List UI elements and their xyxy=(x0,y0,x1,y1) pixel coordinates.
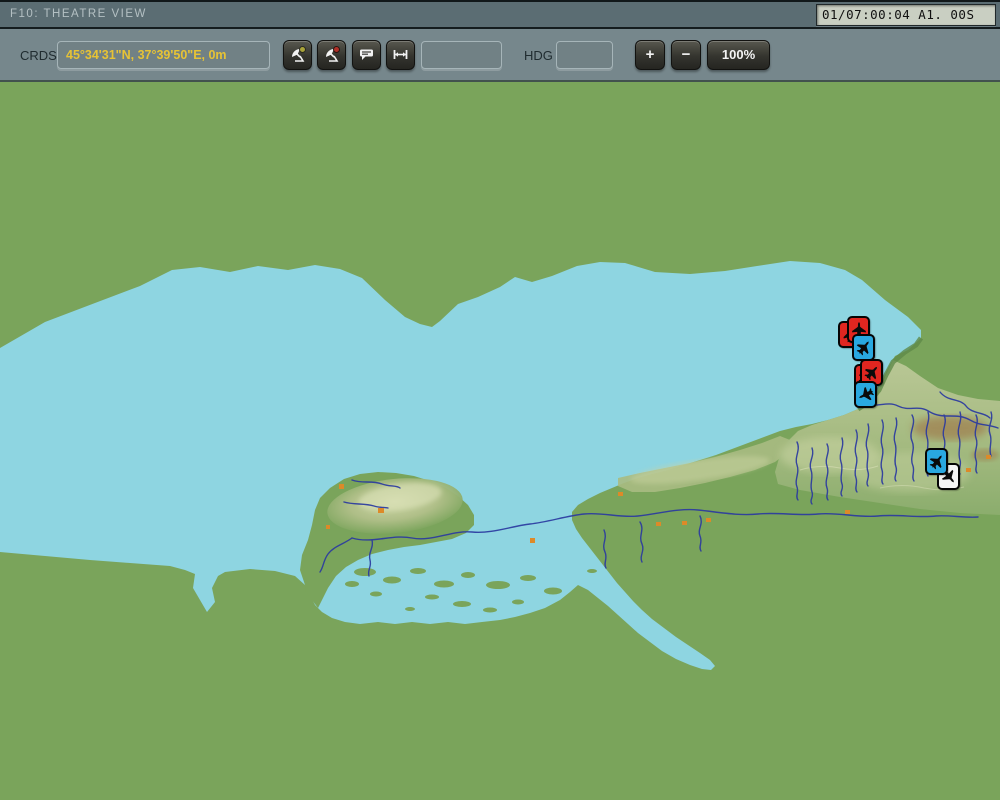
coordinates-field[interactable]: 45°34'31"N, 37°39'50"E, 0m xyxy=(57,41,270,69)
blue-fighter-3-icon[interactable] xyxy=(925,448,948,475)
theatre-map[interactable] xyxy=(0,82,1000,800)
message-labels-button[interactable] xyxy=(352,40,381,70)
fighter-silhouette-icon xyxy=(929,455,942,470)
ruler-distance-icon xyxy=(393,50,408,59)
fighter-silhouette-icon xyxy=(864,366,877,381)
mission-clock: 01/07:00:04 A1. 00S xyxy=(816,4,996,26)
units-layer xyxy=(0,82,1000,800)
blue-fighter-2-icon[interactable] xyxy=(854,381,877,408)
zoom-level-button[interactable]: 100% xyxy=(707,40,770,70)
radar-coverage-red-button[interactable] xyxy=(317,40,346,70)
hdg-label: HDG xyxy=(524,48,553,63)
measure-distance-button[interactable] xyxy=(386,40,415,70)
satellite-dish-red-icon xyxy=(326,46,340,62)
fighter-silhouette-icon xyxy=(858,387,874,401)
f10-theatre-view-window: F10: THEATRE VIEW 01/07:00:04 A1. 00S CR… xyxy=(0,0,1000,800)
blue-fighter-1-icon[interactable] xyxy=(852,334,875,361)
secondary-field[interactable] xyxy=(421,41,502,69)
title-bar: F10: THEATRE VIEW 01/07:00:04 A1. 00S xyxy=(0,0,1000,29)
radar-coverage-yellow-button[interactable] xyxy=(283,40,312,70)
map-toolbar: CRDS 45°34'31"N, 37°39'50"E, 0m HDG + − … xyxy=(0,29,1000,82)
hdg-field[interactable] xyxy=(556,41,613,69)
satellite-dish-yellow-icon xyxy=(292,46,306,62)
zoom-in-button[interactable]: + xyxy=(635,40,665,70)
crds-label: CRDS xyxy=(20,48,57,63)
page-title: F10: THEATRE VIEW xyxy=(10,8,147,20)
zoom-out-button[interactable]: − xyxy=(671,40,701,70)
fighter-silhouette-icon xyxy=(856,341,869,356)
message-bubble-icon xyxy=(360,49,373,60)
